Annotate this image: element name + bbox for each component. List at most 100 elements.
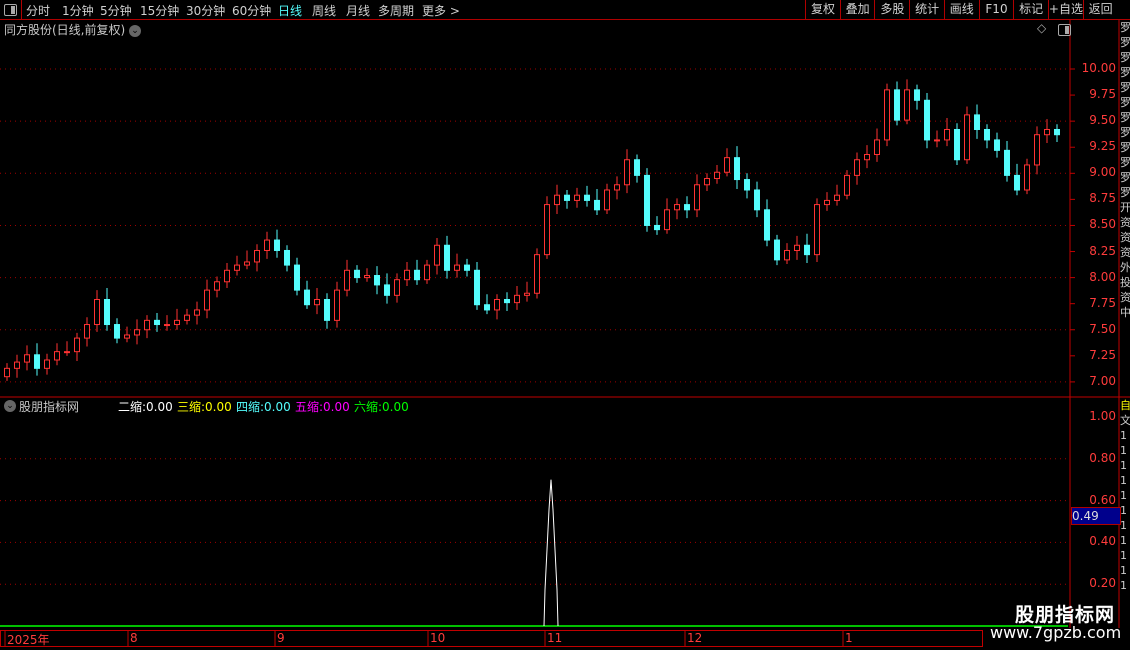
toolbar-button[interactable]: 叠加 xyxy=(839,0,875,19)
candle-body xyxy=(384,284,390,296)
candle xyxy=(664,198,670,234)
candle xyxy=(714,164,720,184)
candle-body xyxy=(374,275,380,286)
candle xyxy=(994,132,1000,158)
candle-body xyxy=(264,239,270,251)
tab-period[interactable]: 多周期 xyxy=(378,2,414,19)
tab-period[interactable]: 周线 xyxy=(312,2,336,19)
candle-body xyxy=(614,184,620,191)
date-label: 11 xyxy=(547,631,563,645)
candle-body xyxy=(64,351,70,354)
candle xyxy=(644,168,650,232)
candle xyxy=(1054,124,1060,143)
tab-period[interactable]: 5分钟 xyxy=(100,2,132,19)
right-side-panel-lower[interactable]: 自文11111111111 xyxy=(1120,398,1130,628)
candle-body xyxy=(74,337,80,353)
candle-body xyxy=(494,299,500,311)
candle xyxy=(354,265,360,283)
toolbar-button[interactable]: 标记 xyxy=(1013,0,1048,19)
candle-body xyxy=(534,254,540,294)
toolbar-button[interactable]: 复权 xyxy=(805,0,840,19)
candle-body xyxy=(94,299,100,326)
indicator-value-number: 0.00 xyxy=(323,400,350,414)
candle-body xyxy=(194,309,200,316)
candle-body xyxy=(594,199,600,211)
toolbar-button[interactable]: F10 xyxy=(978,0,1014,19)
candle-body xyxy=(474,269,480,306)
candle xyxy=(234,255,240,276)
candle-body xyxy=(454,264,460,271)
candle-body xyxy=(934,139,940,142)
tab-period[interactable]: 15分钟 xyxy=(140,2,179,19)
candle-body xyxy=(554,194,560,206)
candle xyxy=(94,290,100,332)
candle xyxy=(724,148,730,177)
candle xyxy=(814,198,820,262)
toolbar-button[interactable]: +自选 xyxy=(1047,0,1083,19)
candle-body xyxy=(34,354,40,369)
candle-body xyxy=(544,204,550,256)
indicator-value: 五缩:0.00 xyxy=(295,398,350,415)
tab-period[interactable]: 月线 xyxy=(346,2,370,19)
candle xyxy=(484,294,490,315)
indicator-value-number: 0.00 xyxy=(382,400,409,414)
candle xyxy=(614,176,620,200)
candle-body xyxy=(284,249,290,266)
toolbar-button[interactable]: 画线 xyxy=(943,0,979,19)
candle-body xyxy=(744,179,750,191)
panel-icon[interactable] xyxy=(1054,20,1075,36)
chevron-down-icon[interactable]: ⌄ xyxy=(4,400,16,412)
price-tick-label: 10.00 xyxy=(1081,61,1116,75)
candle-body xyxy=(564,194,570,201)
candle xyxy=(534,248,540,299)
candle-body xyxy=(984,128,990,141)
chart-title-text: 同方股份(日线,前复权) xyxy=(4,23,126,37)
candle xyxy=(434,237,440,275)
tab-period[interactable]: 1分钟 xyxy=(62,2,94,19)
chevron-down-icon[interactable]: ⌄ xyxy=(129,24,142,37)
candle xyxy=(414,259,420,285)
tab-period[interactable]: 60分钟 xyxy=(232,2,271,19)
candle-body xyxy=(324,299,330,321)
candle-body xyxy=(764,209,770,241)
candle xyxy=(694,174,700,218)
candle xyxy=(804,233,810,263)
candle xyxy=(624,149,630,194)
candle xyxy=(894,81,900,126)
candle xyxy=(24,345,30,371)
right-side-panel[interactable]: 罗罗罗罗罗罗罗罗罗罗罗罗开资资资外投资中 xyxy=(1120,20,1130,395)
candle xyxy=(294,257,300,296)
candle xyxy=(964,106,970,164)
candle-body xyxy=(254,249,260,263)
candle-body xyxy=(974,114,980,130)
tab-period[interactable]: 更多 > xyxy=(422,2,460,19)
candle xyxy=(244,250,250,270)
tab-period[interactable]: 分时 xyxy=(26,2,50,19)
candle xyxy=(74,332,80,362)
candle xyxy=(64,341,70,356)
candle-body xyxy=(44,359,50,369)
candle xyxy=(154,313,160,332)
chart-canvas[interactable] xyxy=(0,0,1130,650)
candle-body xyxy=(394,279,400,296)
candle-body xyxy=(84,324,90,339)
toolbar-button[interactable]: 返回 xyxy=(1082,0,1118,19)
panel-toggle-button[interactable] xyxy=(0,0,22,19)
candle-body xyxy=(424,264,430,281)
indicator-value-label: 五缩: xyxy=(295,400,324,414)
tab-period[interactable]: 日线 xyxy=(278,2,302,19)
candle xyxy=(114,318,120,344)
toolbar-button[interactable]: 统计 xyxy=(909,0,944,19)
candle xyxy=(264,231,270,259)
candle-body xyxy=(414,269,420,281)
toolbar-button[interactable]: 多股 xyxy=(874,0,909,19)
candle xyxy=(424,259,430,284)
tab-period[interactable]: 30分钟 xyxy=(186,2,225,19)
candle-body xyxy=(634,159,640,176)
price-tick-label: 9.25 xyxy=(1089,139,1116,154)
candle xyxy=(1044,119,1050,144)
indicator-tick-label: 0.80 xyxy=(1089,450,1116,465)
diamond-icon[interactable]: ◇ xyxy=(1037,21,1046,35)
price-tick-label: 8.25 xyxy=(1089,243,1116,258)
candle xyxy=(824,192,830,211)
